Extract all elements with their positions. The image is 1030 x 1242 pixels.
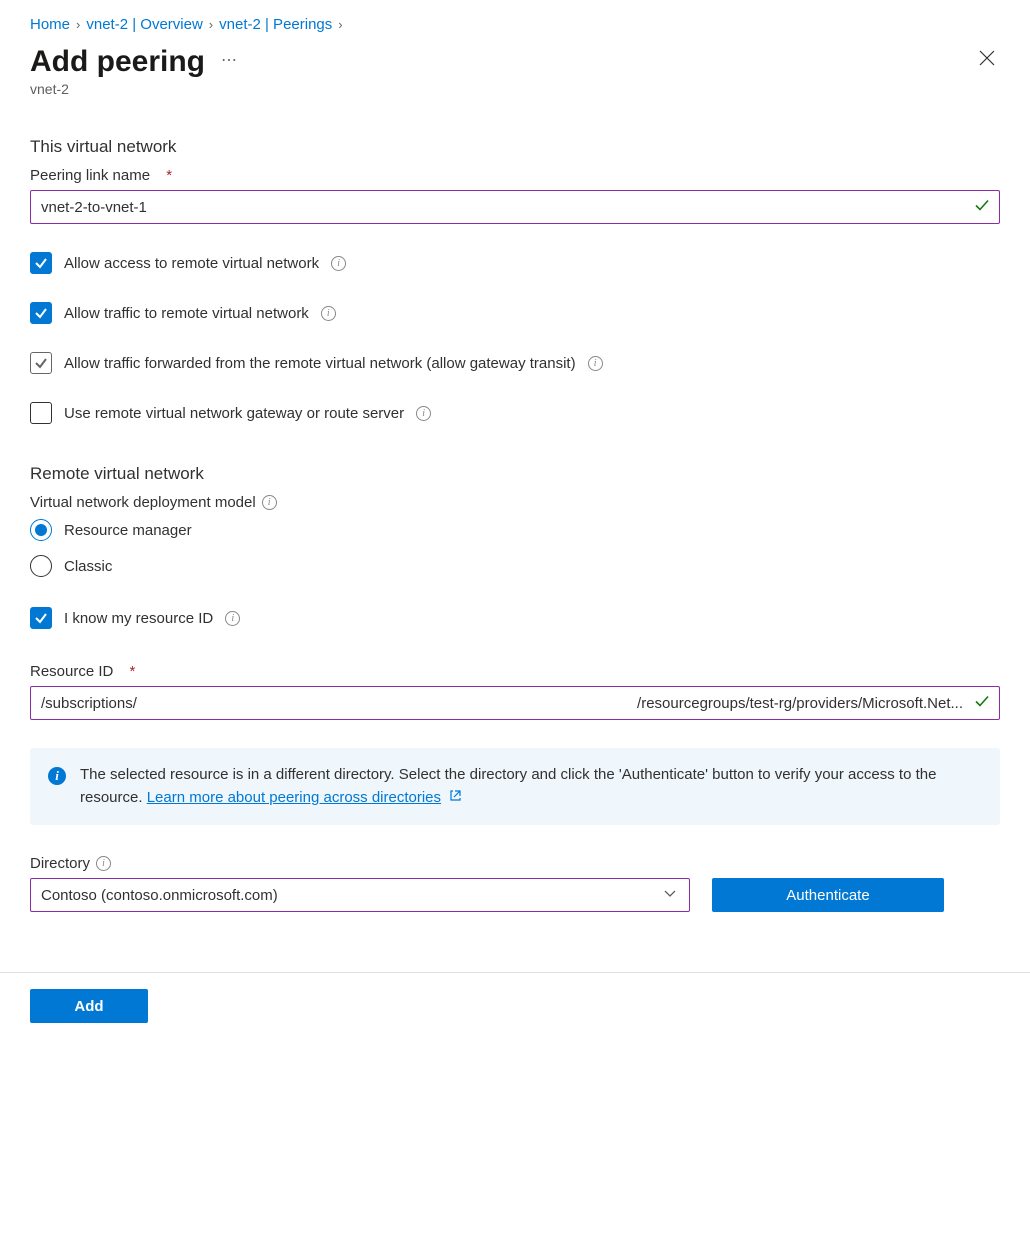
section-this-vnet-heading: This virtual network [30,137,1000,157]
radio-classic-label: Classic [64,558,112,575]
info-icon[interactable]: i [331,256,346,271]
external-link-icon [449,787,462,810]
page-title: Add peering [30,45,205,79]
page-subtitle: vnet-2 [30,81,239,97]
chevron-down-icon [663,886,677,904]
directory-label: Directory i [30,855,1000,872]
use-gateway-label: Use remote virtual network gateway or ro… [64,405,404,422]
know-resource-id-label: I know my resource ID [64,610,213,627]
deployment-model-label: Virtual network deployment model i [30,494,1000,511]
radio-classic[interactable] [30,555,52,577]
breadcrumb: Home › vnet-2 | Overview › vnet-2 | Peer… [30,16,1000,33]
allow-traffic-checkbox[interactable] [30,302,52,324]
check-icon [974,198,990,217]
info-icon[interactable]: i [262,495,277,510]
allow-access-label: Allow access to remote virtual network [64,255,319,272]
directory-select[interactable]: Contoso (contoso.onmicrosoft.com) [30,878,690,912]
info-icon: i [48,767,66,785]
authenticate-button[interactable]: Authenticate [712,878,944,912]
chevron-right-icon: › [338,17,342,32]
directory-value: Contoso (contoso.onmicrosoft.com) [41,887,278,904]
info-banner: i The selected resource is in a differen… [30,748,1000,825]
more-actions-icon[interactable]: ⋯ [221,50,239,74]
peering-link-name-label: Peering link name * [30,167,1000,184]
check-icon [974,694,990,713]
peering-link-name-input[interactable] [30,190,1000,224]
add-button[interactable]: Add [30,989,148,1023]
info-icon[interactable]: i [96,856,111,871]
allow-access-checkbox[interactable] [30,252,52,274]
info-icon[interactable]: i [588,356,603,371]
radio-resource-manager[interactable] [30,519,52,541]
close-icon [978,49,996,67]
resource-id-input[interactable]: /subscriptions/ /resourcegroups/test-rg/… [30,686,1000,720]
section-remote-vnet-heading: Remote virtual network [30,464,1000,484]
close-button[interactable] [974,45,1000,74]
breadcrumb-peerings[interactable]: vnet-2 | Peerings [219,16,332,33]
radio-resource-manager-label: Resource manager [64,522,192,539]
info-icon[interactable]: i [321,306,336,321]
learn-more-link[interactable]: Learn more about peering across director… [147,789,441,806]
allow-traffic-label: Allow traffic to remote virtual network [64,305,309,322]
breadcrumb-overview[interactable]: vnet-2 | Overview [86,16,202,33]
breadcrumb-home[interactable]: Home [30,16,70,33]
info-icon[interactable]: i [225,611,240,626]
chevron-right-icon: › [76,17,80,32]
resource-id-label: Resource ID * [30,663,1000,680]
info-icon[interactable]: i [416,406,431,421]
allow-forwarded-checkbox[interactable] [30,352,52,374]
chevron-right-icon: › [209,17,213,32]
use-gateway-checkbox[interactable] [30,402,52,424]
allow-forwarded-label: Allow traffic forwarded from the remote … [64,355,576,372]
know-resource-id-checkbox[interactable] [30,607,52,629]
